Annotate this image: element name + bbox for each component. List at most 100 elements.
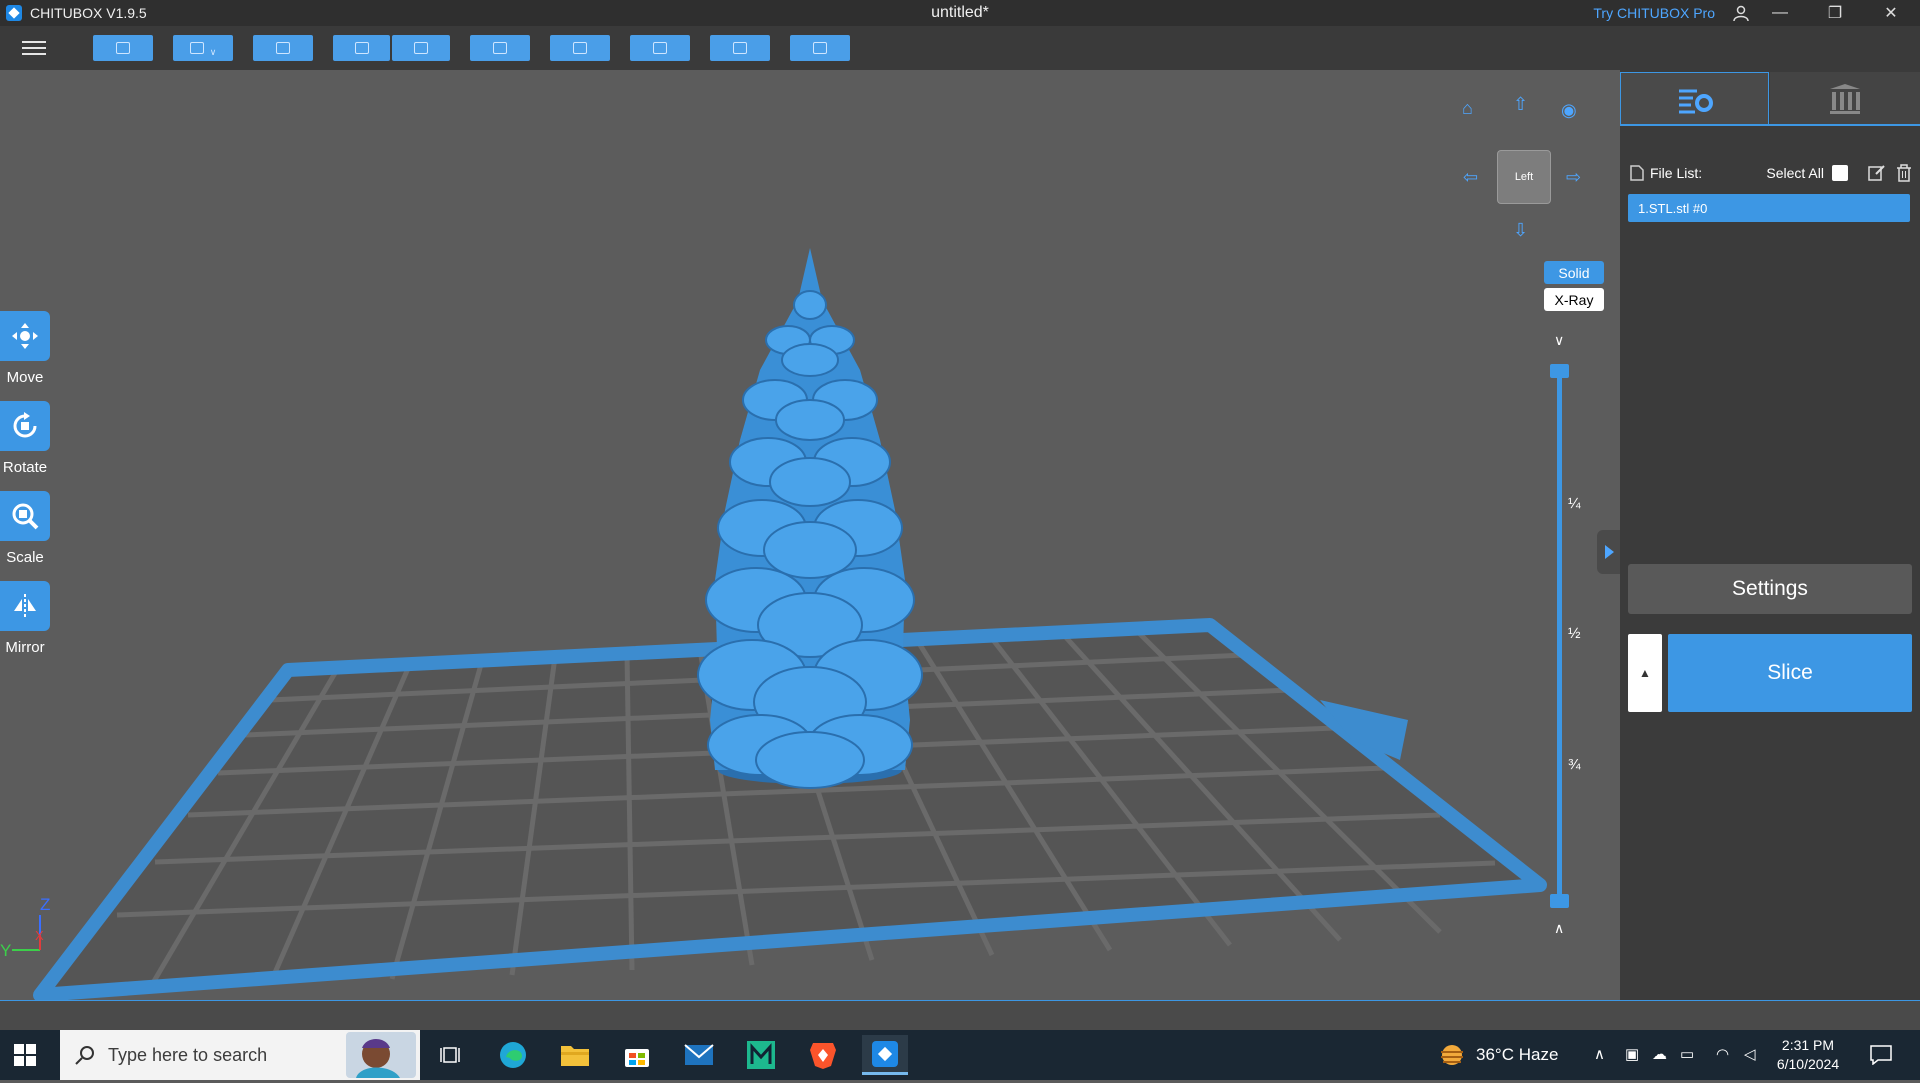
title-bar: CHITUBOX V1.9.5 untitled* Try CHITUBOX P… [0,0,1920,26]
file-explorer-icon[interactable] [552,1035,598,1075]
3d-viewport[interactable]: Move Rotate Scale Mirror ⌂ ⇧ ◉ ⇦ ⇨ ⇩ Lef… [0,70,1620,1000]
taskbar-search-box[interactable]: Type here to search [60,1030,420,1080]
clock-date: 6/10/2024 [1776,1056,1840,1072]
hollow-button[interactable] [550,35,610,61]
task-view-icon[interactable] [427,1035,473,1075]
weather-widget[interactable]: 36°C Haze [1438,1030,1558,1080]
mirror-tool[interactable]: Mirror [0,581,50,656]
select-all-checkbox[interactable] [1832,165,1848,181]
battery-icon[interactable]: ▭ [1680,1045,1694,1063]
select-all-label: Select All [1766,165,1824,181]
right-panel: File List: Select All 1.STL.stl #0 Setti… [1620,70,1920,1000]
folder-icon [116,42,130,54]
trash-icon[interactable] [1896,164,1912,182]
view-right-arrow-icon[interactable]: ⇨ [1566,167,1581,188]
file-list-header: File List: Select All [1630,162,1912,184]
file-icon [1630,165,1644,181]
undo-button[interactable] [333,35,390,61]
mirror-label: Mirror [5,639,45,656]
chevron-down-icon[interactable]: ∨ [210,47,217,58]
layout-icon [493,42,507,54]
slider-down-caret-icon[interactable]: ∨ [1554,332,1564,349]
move-tool[interactable]: Move [0,311,50,386]
view-cube-face-label: Left [1514,171,1534,183]
move-button[interactable] [0,311,50,361]
view-cube[interactable]: Left [1497,150,1551,204]
open-file-button[interactable] [93,35,153,61]
notifications-icon[interactable] [1870,1045,1892,1065]
meet-now-icon[interactable]: ▣ [1625,1045,1639,1063]
xray-view-button[interactable]: X-Ray [1544,288,1604,311]
build-plate-scene[interactable] [0,70,1620,1000]
rotate-tool[interactable]: Rotate [0,401,50,476]
layout-button[interactable] [470,35,530,61]
try-pro-link[interactable]: Try CHITUBOX Pro [1593,5,1715,21]
repair-button[interactable] [253,35,313,61]
taskbar-clock[interactable]: 2:31 PM 6/10/2024 [1768,1036,1848,1074]
axis-x-label: X [35,928,44,943]
rotate-icon [13,412,37,438]
redo-button[interactable] [392,35,450,61]
edge-browser-icon[interactable] [490,1035,536,1075]
support-button[interactable] [630,35,690,61]
status-bar [0,1000,1920,1030]
tab-library[interactable] [1770,72,1920,126]
hamburger-menu-icon[interactable] [20,37,48,59]
file-list-item[interactable]: 1.STL.stl #0 [1628,194,1910,222]
settings-list-icon [1678,89,1713,113]
rotate-button[interactable] [0,401,50,451]
eye-icon[interactable]: ◉ [1561,100,1577,121]
mirror-button[interactable] [0,581,50,631]
mirror-icon [14,594,36,618]
file-list-label: File List: [1650,165,1703,181]
close-button[interactable]: ✕ [1866,0,1916,26]
main-toolbar: ∨ [0,26,1920,70]
axis-y-label: Y [0,941,11,960]
show-hidden-icons-chevron-icon[interactable]: ∧ [1594,1045,1605,1063]
view-left-arrow-icon[interactable]: ⇦ [1463,167,1478,188]
settings-button[interactable]: Settings [1628,564,1912,614]
home-view-icon[interactable]: ⌂ [1462,98,1473,119]
tab-model-settings[interactable] [1620,72,1769,126]
view-up-arrow-icon[interactable]: ⇧ [1513,94,1528,115]
windows-start-icon[interactable] [14,1044,36,1066]
minimize-button[interactable]: — [1755,0,1805,26]
panel-toggle-button[interactable] [1597,530,1621,574]
brave-browser-icon[interactable] [800,1035,846,1075]
layer-slider-bottom-thumb[interactable] [1550,894,1569,908]
mail-icon[interactable] [676,1035,722,1075]
view-down-arrow-icon[interactable]: ⇩ [1513,220,1528,241]
layer-slider-track[interactable] [1557,370,1562,904]
scale-button[interactable] [0,491,50,541]
slice-button[interactable]: Slice [1668,634,1912,712]
haze-sun-icon [1441,1045,1463,1065]
christmas-tree-model[interactable] [697,248,923,789]
axis-z-label: Z [40,895,50,914]
scale-tool[interactable]: Scale [0,491,50,566]
fit-button[interactable] [710,35,770,61]
volume-icon[interactable]: ◁ [1744,1045,1756,1063]
slider-up-caret-icon[interactable]: ∧ [1554,920,1564,937]
save-button[interactable]: ∨ [173,35,233,61]
layer-slider-top-thumb[interactable] [1550,364,1569,378]
onedrive-icon[interactable]: ☁ [1652,1045,1667,1063]
axes-indicator: Z Y X [0,895,50,960]
rotate-label: Rotate [2,459,48,476]
microsoft-store-icon[interactable] [614,1035,660,1075]
export-button[interactable] [790,35,850,61]
scale-icon [12,503,39,530]
weather-text: 36°C Haze [1476,1045,1559,1064]
play-right-icon [1605,545,1614,559]
wifi-icon[interactable]: ◠ [1716,1045,1729,1063]
app-name: CHITUBOX V1.9.5 [30,5,147,21]
chitubox-taskbar-icon[interactable] [862,1035,908,1075]
edit-icon[interactable] [1868,164,1886,182]
move-label: Move [6,369,44,386]
m-app-icon[interactable] [738,1035,784,1075]
clock-time: 2:31 PM [1781,1037,1835,1053]
slice-options-toggle[interactable]: ▲ [1628,634,1662,712]
solid-view-button[interactable]: Solid [1544,261,1604,284]
library-columns-icon [1830,84,1860,114]
user-account-icon[interactable] [1732,4,1750,22]
restore-button[interactable]: ❐ [1810,0,1860,26]
